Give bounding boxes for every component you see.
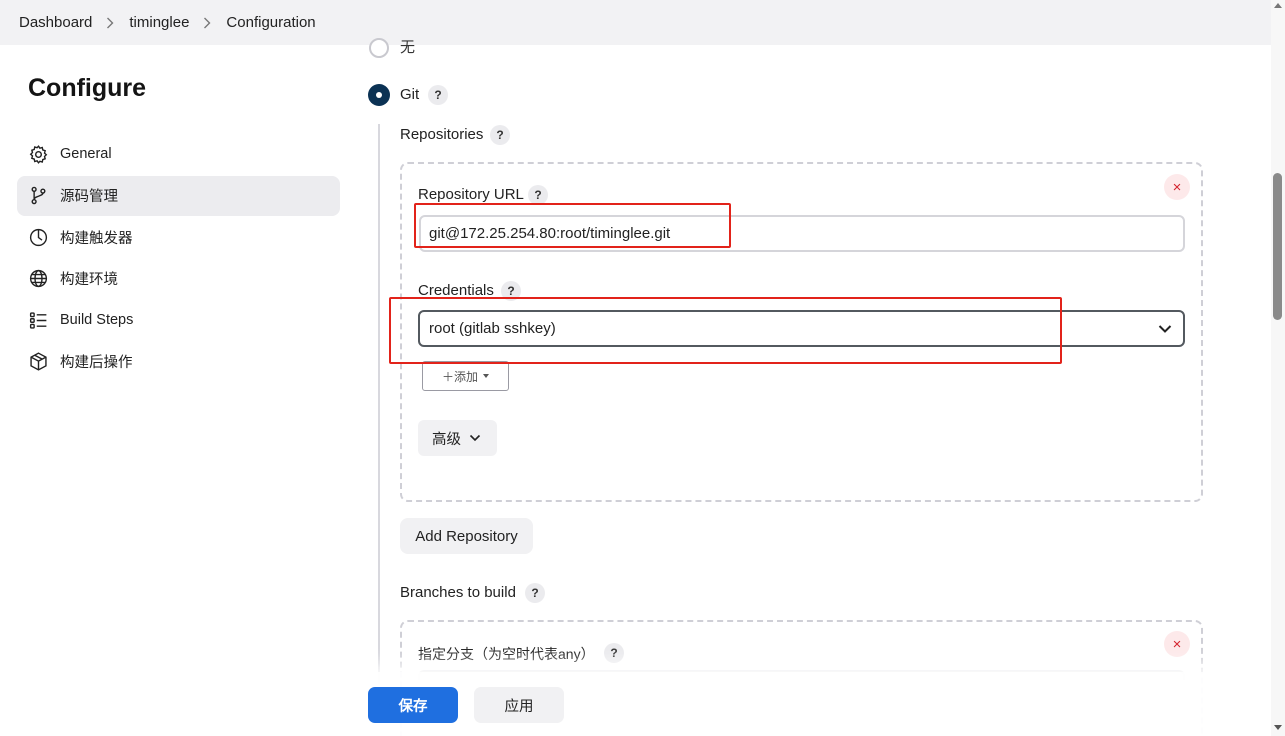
caret-down-icon (483, 374, 489, 378)
scm-git-label: Git (400, 86, 420, 103)
page-title: Configure (28, 74, 147, 102)
vertical-scrollbar[interactable] (1271, 0, 1285, 736)
chevron-down-icon (1158, 325, 1172, 333)
git-help-icon[interactable]: ? (428, 85, 448, 105)
branches-help-icon[interactable]: ? (525, 583, 545, 603)
sidebar-item-general[interactable]: General (17, 134, 340, 174)
scm-none-radio[interactable] (369, 38, 389, 58)
credentials-selected-value: root (gitlab sshkey) (429, 320, 556, 337)
branch-icon (31, 186, 46, 205)
gear-icon (29, 144, 48, 164)
sidebar-item-label: Build Steps (60, 312, 134, 328)
section-indent-line (378, 124, 380, 684)
advanced-button[interactable]: 高级 (418, 420, 497, 456)
credentials-help-icon[interactable]: ? (501, 281, 521, 301)
repository-url-input[interactable]: git@172.25.254.80:root/timinglee.git (419, 215, 1185, 252)
sidebar-nav: General 源码管理 构建触发器 构建环境 Build Steps 构建后操… (17, 134, 340, 383)
scroll-thumb[interactable] (1273, 173, 1282, 320)
add-credentials-button[interactable]: ＋添加 (422, 361, 509, 391)
scroll-up-arrow-icon[interactable] (1274, 3, 1282, 8)
sidebar-item-triggers[interactable]: 构建触发器 (17, 217, 340, 257)
credentials-label: Credentials (418, 282, 494, 299)
list-icon (29, 311, 47, 329)
sidebar-item-label: General (60, 146, 112, 162)
remove-repository-icon[interactable]: × (1164, 174, 1190, 200)
sidebar-item-label: 构建后操作 (60, 355, 133, 371)
branch-specifier-label: 指定分支（为空时代表any） (418, 646, 595, 662)
repository-url-help-icon[interactable]: ? (528, 185, 548, 205)
repositories-help-icon[interactable]: ? (490, 125, 510, 145)
credentials-select[interactable]: root (gitlab sshkey) (418, 310, 1185, 347)
sidebar-item-label: 构建环境 (60, 272, 118, 288)
chevron-right-icon (106, 16, 116, 30)
sidebar-item-post-build[interactable]: 构建后操作 (17, 342, 340, 382)
remove-branch-icon[interactable]: × (1164, 631, 1190, 657)
package-icon (30, 352, 47, 371)
globe-icon (29, 269, 48, 288)
breadcrumb: Dashboard timinglee Configuration (0, 0, 1271, 45)
scm-git-radio[interactable] (368, 84, 390, 106)
apply-button[interactable]: 应用 (474, 687, 564, 723)
sidebar-item-scm[interactable]: 源码管理 (17, 175, 340, 216)
save-button[interactable]: 保存 (368, 687, 458, 723)
repository-url-label: Repository URL (418, 186, 524, 203)
scroll-down-arrow-icon[interactable] (1274, 725, 1282, 730)
breadcrumb-dashboard[interactable]: Dashboard (19, 14, 92, 31)
branches-label: Branches to build (400, 584, 516, 601)
sidebar-item-label: 源码管理 (60, 189, 118, 205)
jenkins-configure-page: Dashboard timinglee Configuration Config… (0, 0, 1285, 736)
breadcrumb-job[interactable]: timinglee (129, 14, 189, 31)
sidebar-item-label: 构建触发器 (60, 230, 133, 247)
chevron-right-icon (203, 16, 213, 30)
breadcrumb-configuration[interactable]: Configuration (226, 14, 315, 31)
clock-icon (29, 228, 48, 246)
scm-none-label: 无 (400, 39, 416, 56)
repositories-label: Repositories (400, 126, 484, 143)
add-credentials-label: ＋添加 (441, 369, 478, 384)
sidebar-item-build-steps[interactable]: Build Steps (17, 300, 340, 340)
advanced-label: 高级 (432, 431, 461, 448)
sidebar-item-environment[interactable]: 构建环境 (17, 259, 340, 299)
branch-specifier-help-icon[interactable]: ? (604, 643, 624, 663)
add-repository-button[interactable]: Add Repository (400, 518, 533, 554)
bottom-action-bar (320, 672, 1271, 736)
chevron-down-icon (469, 434, 481, 442)
